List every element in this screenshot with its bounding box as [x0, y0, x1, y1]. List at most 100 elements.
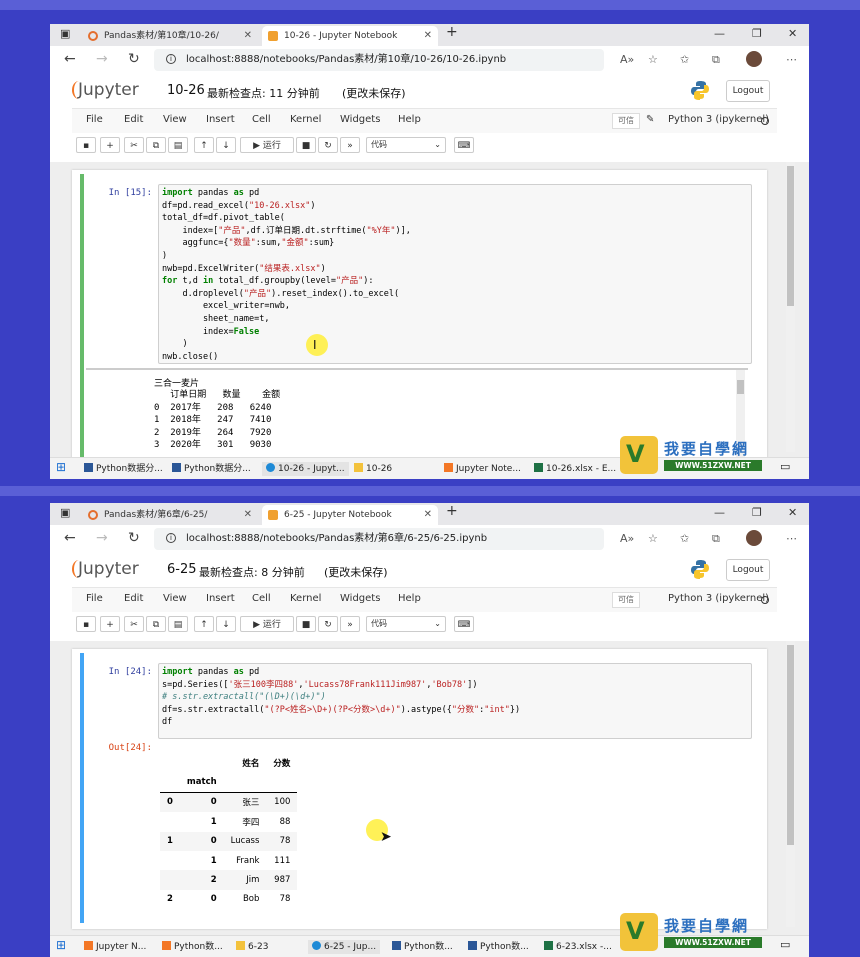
- menu-cell[interactable]: Cell: [252, 114, 271, 125]
- move-down-icon[interactable]: ↓: [216, 616, 236, 632]
- cut-icon[interactable]: ✂: [124, 616, 144, 632]
- edit-pencil-icon[interactable]: ✎: [646, 114, 654, 125]
- cut-icon[interactable]: ✂: [124, 137, 144, 153]
- trusted-badge[interactable]: 可信: [612, 113, 640, 129]
- code-line[interactable]: s=pd.Series(['张三100李四88','Lucass78Frank1…: [162, 679, 748, 692]
- close-window-button[interactable]: ✕: [788, 506, 797, 519]
- save-icon[interactable]: ▪: [76, 137, 96, 153]
- taskbar-item-jupyter[interactable]: Jupyter N...: [84, 940, 146, 954]
- logout-button[interactable]: Logout: [726, 80, 770, 102]
- code-line[interactable]: df=pd.read_excel("10-26.xlsx"): [162, 200, 748, 213]
- insert-cell-icon[interactable]: +: [100, 137, 120, 153]
- run-button[interactable]: ▶ 运行: [240, 616, 294, 632]
- notification-icon[interactable]: ▭: [780, 460, 790, 474]
- notebook-name[interactable]: 10-26: [167, 83, 205, 98]
- code-line[interactable]: index=False: [162, 326, 748, 339]
- avatar[interactable]: [746, 51, 762, 67]
- taskbar-item-python[interactable]: Python数...: [162, 940, 223, 954]
- page-scrollbar[interactable]: [786, 162, 795, 452]
- logout-button[interactable]: Logout: [726, 559, 770, 581]
- menu-view[interactable]: View: [163, 593, 187, 604]
- notification-icon[interactable]: ▭: [780, 938, 790, 952]
- menu-kernel[interactable]: Kernel: [290, 114, 321, 125]
- info-icon[interactable]: i: [166, 54, 176, 64]
- taskbar-item-word-1[interactable]: Python数据分...: [84, 462, 163, 476]
- collections-icon[interactable]: ⧉: [712, 53, 720, 67]
- tab-actions-icon[interactable]: ▣: [60, 506, 70, 519]
- back-icon[interactable]: ←: [64, 51, 76, 67]
- code-line[interactable]: import pandas as pd: [162, 666, 748, 679]
- url-input[interactable]: i localhost:8888/notebooks/Pandas素材/第10章…: [154, 49, 604, 71]
- save-icon[interactable]: ▪: [76, 616, 96, 632]
- move-down-icon[interactable]: ↓: [216, 137, 236, 153]
- windows-start-icon[interactable]: ⊞: [56, 938, 66, 952]
- move-up-icon[interactable]: ↑: [194, 137, 214, 153]
- insert-cell-icon[interactable]: +: [100, 616, 120, 632]
- jupyter-logo[interactable]: Jupyter: [72, 80, 139, 100]
- code-line[interactable]: df: [162, 716, 748, 729]
- taskbar-item-excel[interactable]: 6-23.xlsx -...: [544, 940, 612, 954]
- code-line[interactable]: excel_writer=nwb,: [162, 300, 748, 313]
- menu-help[interactable]: Help: [398, 114, 421, 125]
- maximize-button[interactable]: ❐: [752, 27, 762, 40]
- avatar[interactable]: [746, 530, 762, 546]
- code-cell[interactable]: In [15]: import pandas as pd df=pd.read_e…: [80, 174, 763, 479]
- minimize-button[interactable]: —: [714, 506, 725, 519]
- cell-type-select[interactable]: 代码 ⌄: [366, 616, 446, 632]
- interrupt-icon[interactable]: ■: [296, 616, 316, 632]
- close-tab-icon[interactable]: ✕: [244, 26, 252, 46]
- tab-directory[interactable]: Pandas素材/第6章/6-25/ ✕: [82, 505, 258, 525]
- back-icon[interactable]: ←: [64, 530, 76, 546]
- notebook-name[interactable]: 6-25: [167, 562, 197, 577]
- favorite-add-icon[interactable]: ☆: [648, 53, 658, 66]
- code-line[interactable]: import pandas as pd: [162, 187, 748, 200]
- restart-icon[interactable]: ↻: [318, 137, 338, 153]
- collections-icon[interactable]: ⧉: [712, 532, 720, 546]
- code-cell[interactable]: In [24]: import pandas as pd s=pd.Series(…: [80, 653, 763, 923]
- copy-icon[interactable]: ⧉: [146, 137, 166, 153]
- taskbar-item-jupyter[interactable]: Jupyter Note...: [444, 462, 521, 476]
- close-tab-icon[interactable]: ✕: [244, 505, 252, 525]
- menu-file[interactable]: File: [86, 593, 103, 604]
- code-text[interactable]: import pandas as pd df=pd.read_excel("10-…: [159, 185, 751, 363]
- code-editor[interactable]: import pandas as pd s=pd.Series(['张三100李四…: [158, 663, 752, 739]
- code-line[interactable]: ): [162, 250, 748, 263]
- trusted-badge[interactable]: 可信: [612, 592, 640, 608]
- paste-icon[interactable]: ▤: [168, 616, 188, 632]
- taskbar-item-edge[interactable]: 6-25 - Jup...: [308, 940, 381, 954]
- read-aloud-icon[interactable]: A»: [620, 532, 634, 545]
- menu-widgets[interactable]: Widgets: [340, 593, 380, 604]
- menu-widgets[interactable]: Widgets: [340, 114, 380, 125]
- keyboard-icon[interactable]: ⌨: [454, 616, 474, 632]
- code-line[interactable]: aggfunc={"数量":sum,"金额":sum}: [162, 237, 748, 250]
- taskbar-item-edge[interactable]: 10-26 - Jupyt...: [262, 462, 349, 476]
- code-line[interactable]: d.droplevel("产品").reset_index().to_excel…: [162, 288, 748, 301]
- restart-run-all-icon[interactable]: »: [340, 616, 360, 632]
- tab-directory[interactable]: Pandas素材/第10章/10-26/ ✕: [82, 26, 258, 46]
- menu-cell[interactable]: Cell: [252, 593, 271, 604]
- cell-type-select[interactable]: 代码 ⌄: [366, 137, 446, 153]
- restart-icon[interactable]: ↻: [318, 616, 338, 632]
- move-up-icon[interactable]: ↑: [194, 616, 214, 632]
- code-text[interactable]: import pandas as pd s=pd.Series(['张三100李四…: [159, 664, 751, 731]
- run-button[interactable]: ▶ 运行: [240, 137, 294, 153]
- code-line[interactable]: ): [162, 338, 748, 351]
- menu-edit[interactable]: Edit: [124, 593, 143, 604]
- restart-run-all-icon[interactable]: »: [340, 137, 360, 153]
- menu-edit[interactable]: Edit: [124, 114, 143, 125]
- url-input[interactable]: i localhost:8888/notebooks/Pandas素材/第6章/…: [154, 528, 604, 550]
- taskbar-item-word-2[interactable]: Python数...: [468, 940, 529, 954]
- menu-insert[interactable]: Insert: [206, 593, 235, 604]
- forward-icon[interactable]: →: [96, 530, 108, 546]
- close-tab-icon[interactable]: ✕: [424, 26, 432, 46]
- new-tab-button[interactable]: +: [446, 24, 458, 40]
- code-editor[interactable]: import pandas as pd df=pd.read_excel("10-…: [158, 184, 752, 364]
- menu-help[interactable]: Help: [398, 593, 421, 604]
- taskbar-item-excel[interactable]: 10-26.xlsx - E...: [534, 462, 616, 476]
- keyboard-icon[interactable]: ⌨: [454, 137, 474, 153]
- page-scrollbar[interactable]: [786, 641, 795, 927]
- forward-icon[interactable]: →: [96, 51, 108, 67]
- favorites-icon[interactable]: ✩: [680, 53, 689, 66]
- code-line[interactable]: for t,d in total_df.groupby(level="产品"):: [162, 275, 748, 288]
- menu-view[interactable]: View: [163, 114, 187, 125]
